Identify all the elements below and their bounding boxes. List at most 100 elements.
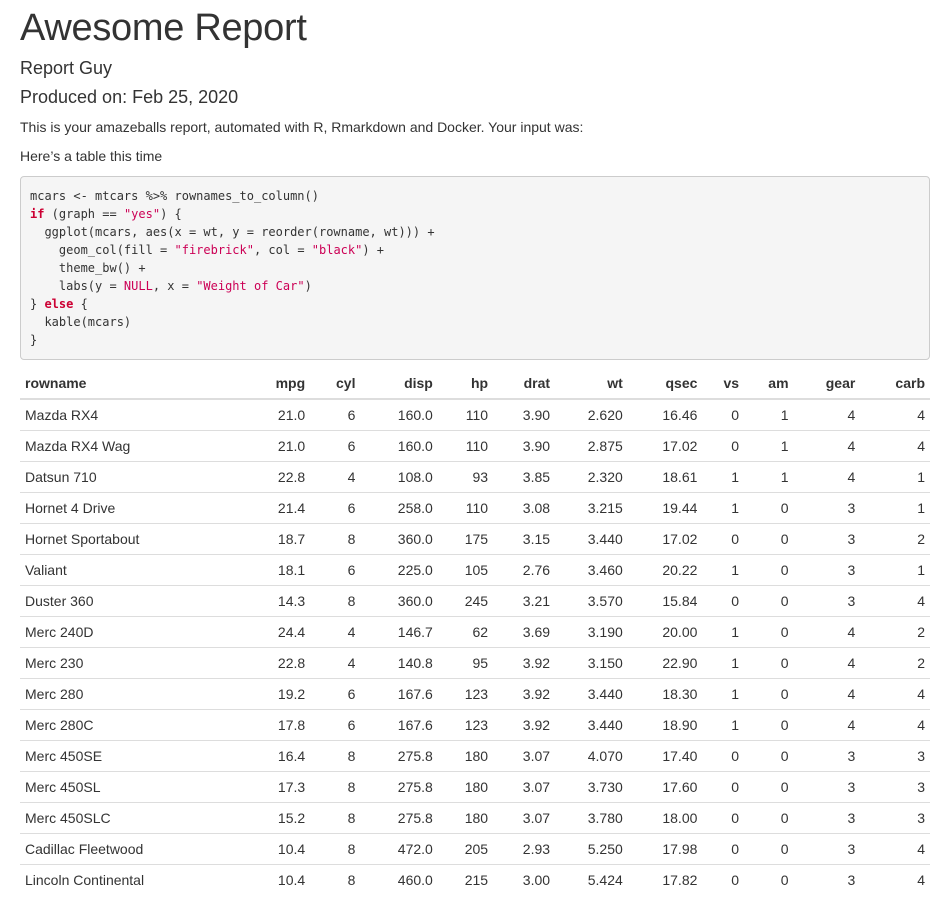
table-cell-hp: 110 (437, 398, 494, 431)
table-cell-gear: 3 (793, 802, 861, 834)
column-header-disp: disp (360, 368, 438, 400)
table-cell-cyl: 4 (310, 616, 361, 648)
table-cell-hp: 123 (437, 709, 494, 741)
table-cell-gear: 3 (793, 771, 861, 803)
table-cell-am: 0 (744, 647, 794, 679)
table-row: Mazda RX4 Wag 21.0 6 160.0 110 3.90 2.875 17.02… (20, 430, 930, 462)
code-block[interactable]: mcars <- mtcars %>% rownames_to_column()… (20, 176, 930, 360)
table-cell-gear: 3 (793, 833, 861, 865)
table-cell-cyl: 8 (310, 833, 361, 865)
table-cell-mpg: 21.0 (233, 430, 311, 462)
table-cell-carb: 2 (860, 616, 930, 648)
table-cell-qsec: 17.60 (627, 771, 703, 803)
table-cell-wt: 3.570 (555, 585, 628, 617)
table-cell-drat: 3.00 (493, 864, 556, 895)
table-cell-rowname: Merc 280C (20, 709, 234, 741)
table-cell-gear: 4 (793, 678, 861, 710)
table-cell-hp: 110 (437, 430, 494, 462)
table-cell-mpg: 15.2 (233, 802, 311, 834)
table-cell-am: 0 (744, 771, 794, 803)
column-header-hp: hp (437, 368, 494, 400)
report-author: Report Guy (20, 58, 113, 78)
table-cell-mpg: 22.8 (233, 461, 311, 493)
table-cell-am: 0 (744, 802, 794, 834)
table-cell-hp: 215 (437, 864, 494, 895)
table-cell-drat: 2.93 (493, 833, 556, 865)
table-cell-wt: 3.730 (555, 771, 628, 803)
table-cell-hp: 110 (437, 492, 494, 524)
table-cell-disp: 360.0 (360, 523, 438, 555)
table-cell-rowname: Hornet Sportabout (20, 523, 234, 555)
table-cell-qsec: 17.82 (627, 864, 703, 895)
table-cell-hp: 180 (437, 740, 494, 772)
table-cell-gear: 4 (793, 430, 861, 462)
table-cell-carb: 3 (860, 740, 930, 772)
table-cell-gear: 3 (793, 492, 861, 524)
code-line-7: } else { (30, 297, 88, 311)
table-cell-rowname: Valiant (20, 554, 234, 586)
table-cell-rowname: Merc 280 (20, 678, 234, 710)
table-cell-vs: 1 (702, 709, 745, 741)
column-header-vs: vs (702, 368, 745, 400)
table-cell-hp: 175 (437, 523, 494, 555)
table-cell-rowname: Mazda RX4 (20, 398, 234, 431)
table-cell-hp: 93 (437, 461, 494, 493)
table-row: Valiant 18.1 6 225.0 105 2.76 3.460 20.22 1 0 3 1 (20, 554, 930, 586)
table-cell-disp: 275.8 (360, 740, 438, 772)
table-cell-cyl: 8 (310, 771, 361, 803)
table-body: Mazda RX4 21.0 6 160.0 110 3.90 2.620 16.46 0 1 4 4… (20, 398, 930, 895)
column-header-carb: carb (860, 368, 930, 400)
table-cell-cyl: 4 (310, 647, 361, 679)
table-cell-cyl: 8 (310, 585, 361, 617)
table-row: Lincoln Continental 10.4 8 460.0 215 3.00 5.42… (20, 864, 930, 895)
mtcars-table: rowname mpg cyl disp hp drat wt qsec vs am gear car… (20, 368, 930, 895)
table-cell-am: 0 (744, 678, 794, 710)
table-cell-mpg: 17.3 (233, 771, 311, 803)
table-cell-am: 0 (744, 554, 794, 586)
table-cell-wt: 2.320 (555, 461, 628, 493)
table-cell-wt: 3.190 (555, 616, 628, 648)
code-line-9: } (30, 333, 38, 347)
table-cell-vs: 1 (702, 554, 745, 586)
table-cell-carb: 1 (860, 461, 930, 493)
table-cell-rowname: Duster 360 (20, 585, 234, 617)
table-cell-carb: 4 (860, 430, 930, 462)
table-cell-rowname: Merc 450SLC (20, 802, 234, 834)
table-cell-gear: 4 (793, 616, 861, 648)
table-cell-gear: 3 (793, 740, 861, 772)
code-line-4: geom_col(fill = "firebrick", col = "blac… (30, 243, 385, 257)
table-cell-qsec: 18.90 (627, 709, 703, 741)
table-cell-mpg: 24.4 (233, 616, 311, 648)
table-row: Duster 360 14.3 8 360.0 245 3.21 3.570 15.84 0 0 3… (20, 585, 930, 617)
table-row: Merc 280 19.2 6 167.6 123 3.92 3.440 18.30 1 0 4 4 (20, 678, 930, 710)
table-cell-disp: 160.0 (360, 430, 438, 462)
column-header-rowname: rowname (20, 368, 234, 400)
table-cell-mpg: 19.2 (233, 678, 311, 710)
table-cell-disp: 225.0 (360, 554, 438, 586)
table-cell-gear: 3 (793, 864, 861, 895)
table-row: Merc 450SL 17.3 8 275.8 180 3.07 3.730 17.60 0 0 3… (20, 771, 930, 803)
table-row: Merc 280C 17.8 6 167.6 123 3.92 3.440 18.90 1 0 4 4 (20, 709, 930, 741)
table-cell-qsec: 16.46 (627, 398, 703, 431)
table-cell-drat: 3.69 (493, 616, 556, 648)
table-cell-drat: 2.76 (493, 554, 556, 586)
table-cell-am: 1 (744, 461, 794, 493)
table-cell-gear: 4 (793, 647, 861, 679)
table-cell-am: 0 (744, 833, 794, 865)
report-date: Produced on: Feb 25, 2020 (20, 87, 239, 107)
table-cell-cyl: 8 (310, 523, 361, 555)
table-cell-vs: 1 (702, 678, 745, 710)
table-cell-wt: 2.875 (555, 430, 628, 462)
table-cell-cyl: 6 (310, 398, 361, 431)
table-cell-cyl: 6 (310, 430, 361, 462)
table-cell-vs: 0 (702, 585, 745, 617)
table-cell-mpg: 10.4 (233, 833, 311, 865)
table-cell-mpg: 21.4 (233, 492, 311, 524)
code-line-8: kable(mcars) (30, 315, 132, 329)
code-line-3: ggplot(mcars, aes(x = wt, y = reorder(ro… (30, 225, 435, 239)
table-cell-am: 0 (744, 585, 794, 617)
table-cell-disp: 472.0 (360, 833, 438, 865)
table-cell-carb: 4 (860, 678, 930, 710)
table-cell-am: 0 (744, 864, 794, 895)
code-line-5: theme_bw() + (30, 261, 146, 275)
